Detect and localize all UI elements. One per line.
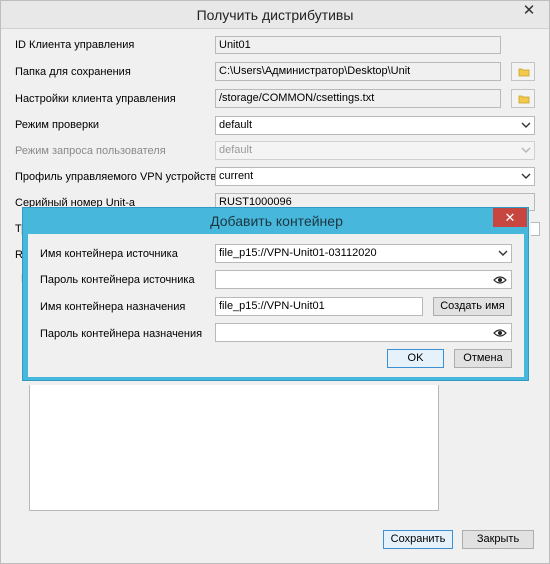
- client-settings-label: Настройки клиента управления: [15, 93, 176, 105]
- source-name-value: file_p15://VPN-Unit01-03112020: [219, 247, 377, 259]
- client-settings-field[interactable]: /storage/COMMON/csettings.txt: [215, 89, 501, 108]
- chevron-down-icon: [498, 250, 508, 256]
- folder-icon: [518, 95, 530, 104]
- user-request-mode-value: default: [219, 144, 253, 156]
- dialog-title: Добавить контейнер: [210, 213, 343, 229]
- client-id-field[interactable]: Unit01: [215, 36, 501, 54]
- chevron-down-icon: [521, 122, 531, 128]
- check-mode-select[interactable]: default: [215, 116, 535, 135]
- ok-button[interactable]: OK: [387, 349, 444, 368]
- browse-folder-button[interactable]: [511, 62, 535, 81]
- dest-name-label: Имя контейнера назначения: [40, 301, 186, 313]
- check-mode-value: default: [219, 119, 253, 131]
- main-titlebar: Получить дистрибутивы ✕: [1, 1, 549, 29]
- main-window-title: Получить дистрибутивы: [196, 7, 354, 23]
- source-name-label: Имя контейнера источника: [40, 248, 178, 260]
- chevron-down-icon: [521, 147, 531, 153]
- container-list-pane[interactable]: [29, 385, 439, 511]
- chevron-down-icon: [521, 173, 531, 179]
- add-container-dialog: Добавить контейнер ✕ Имя контейнера исто…: [22, 207, 529, 381]
- check-mode-label: Режим проверки: [15, 119, 100, 131]
- save-button[interactable]: Сохранить: [383, 530, 453, 549]
- vpn-profile-select[interactable]: current: [215, 167, 535, 186]
- dest-name-field[interactable]: file_p15://VPN-Unit01: [215, 297, 423, 316]
- source-name-select[interactable]: file_p15://VPN-Unit01-03112020: [215, 244, 512, 263]
- close-button[interactable]: Закрыть: [462, 530, 534, 549]
- source-password-label: Пароль контейнера источника: [40, 274, 195, 286]
- vpn-profile-value: current: [219, 170, 254, 182]
- user-request-mode-label: Режим запроса пользователя: [15, 145, 166, 157]
- user-request-mode-select: default: [215, 141, 535, 160]
- dialog-body: Имя контейнера источника file_p15://VPN-…: [28, 234, 524, 377]
- save-folder-field[interactable]: C:\Users\Администратор\Desktop\Unit: [215, 62, 501, 81]
- source-password-field[interactable]: [215, 270, 512, 289]
- hidden-control-edge: [531, 222, 540, 236]
- save-folder-label: Папка для сохранения: [15, 66, 131, 78]
- dialog-close-icon[interactable]: ✕: [493, 208, 527, 227]
- browse-settings-button[interactable]: [511, 89, 535, 108]
- create-name-button[interactable]: Создать имя: [433, 297, 512, 316]
- eye-icon[interactable]: [493, 328, 507, 338]
- dest-password-label: Пароль контейнера назначения: [40, 328, 203, 340]
- client-id-label: ID Клиента управления: [15, 39, 135, 51]
- main-close-icon[interactable]: ✕: [509, 1, 549, 21]
- eye-icon[interactable]: [493, 275, 507, 285]
- dest-password-field[interactable]: [215, 323, 512, 342]
- cancel-button[interactable]: Отмена: [454, 349, 512, 368]
- folder-icon: [518, 68, 530, 77]
- vpn-profile-label: Профиль управляемого VPN устройства: [15, 171, 223, 183]
